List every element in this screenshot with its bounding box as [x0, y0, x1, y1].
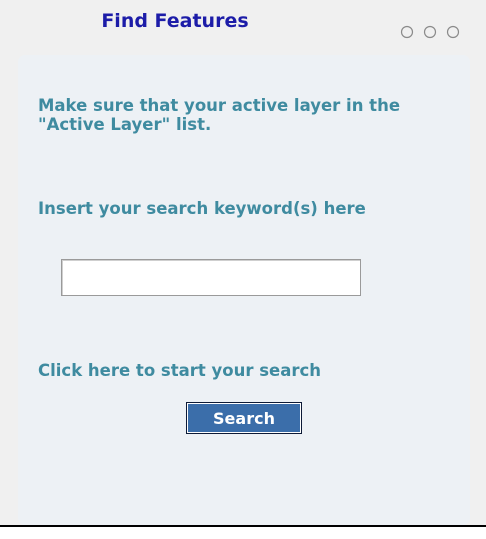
search-keyword-input[interactable]: [61, 259, 361, 296]
three-circles-icon[interactable]: [398, 25, 464, 39]
panel-title: Find Features: [101, 10, 249, 32]
start-search-instruction: Click here to start your search: [38, 361, 322, 380]
search-button[interactable]: Search: [186, 402, 302, 434]
find-features-panel: Find Features Make sure that your active…: [0, 0, 486, 525]
bottom-divider: [0, 525, 486, 527]
active-layer-instruction: Make sure that your active layer in the …: [38, 96, 401, 134]
keyword-instruction: Insert your search keyword(s) here: [38, 199, 366, 218]
